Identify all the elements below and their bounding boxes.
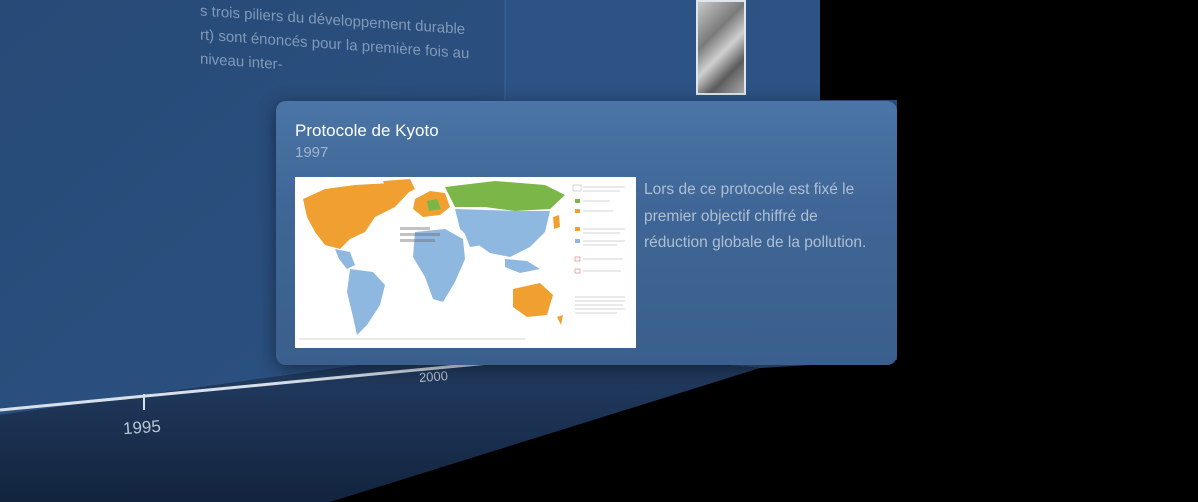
world-map-icon (295, 177, 636, 348)
background-thumbnail[interactable] (696, 0, 746, 95)
timeline-year-1995: 1995 (122, 416, 162, 439)
event-title: Protocole de Kyoto (295, 121, 439, 140)
event-card[interactable]: Protocole de Kyoto 1997 Lors de ce proto… (276, 101, 897, 365)
timeline-year-2000: 2000 (418, 368, 449, 385)
event-description: Lors de ce protocole est fixé le premier… (644, 181, 867, 251)
world-map-image[interactable] (295, 177, 636, 348)
event-year: 1997 (295, 144, 329, 161)
timeline-tick (143, 394, 145, 410)
